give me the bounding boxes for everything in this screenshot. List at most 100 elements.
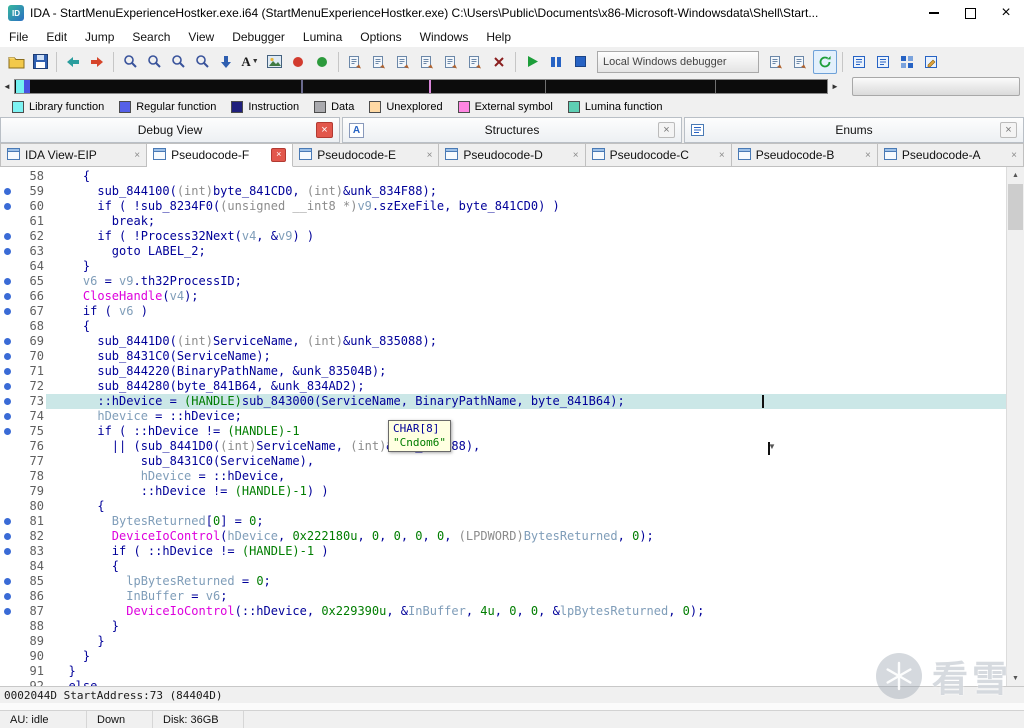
maximize-button[interactable]: [952, 1, 988, 26]
stop-process-button[interactable]: [569, 51, 591, 73]
navigate-forward-icon[interactable]: [86, 51, 108, 73]
code-line-91[interactable]: 91 }: [0, 664, 1007, 679]
menu-item-edit[interactable]: Edit: [37, 28, 76, 46]
code-line-78[interactable]: 78 hDevice = ::hDevice,: [0, 469, 1007, 484]
breakpoint-list-icon[interactable]: [872, 51, 894, 73]
debugger-options-icon[interactable]: [789, 51, 811, 73]
code-line-65[interactable]: 65 v6 = v9.th32ProcessID;: [0, 274, 1007, 289]
module-list-icon[interactable]: [896, 51, 918, 73]
code-line-67[interactable]: 67 if ( v6 ): [0, 304, 1007, 319]
code-line-61[interactable]: 61 break;: [0, 214, 1007, 229]
close-button[interactable]: ×: [988, 1, 1024, 26]
record-start-icon[interactable]: [311, 51, 333, 73]
debugger-select[interactable]: Local Windows debugger▼: [597, 51, 759, 73]
save-file-icon[interactable]: [29, 51, 51, 73]
tab-ida-view-eip[interactable]: IDA View-EIP×: [0, 143, 147, 167]
panel-tab-debug-view[interactable]: Debug View×: [0, 117, 340, 143]
code-line-75[interactable]: 75 if ( ::hDevice != (HANDLE)-1: [0, 424, 1007, 439]
code-line-70[interactable]: 70 sub_8431C0(ServiceName);: [0, 349, 1007, 364]
open-file-icon[interactable]: [5, 51, 27, 73]
tab-close-icon[interactable]: ×: [1011, 150, 1017, 161]
delete-function-icon[interactable]: [488, 51, 510, 73]
pseudocode-view[interactable]: 58 {59 sub_844100((int)byte_841CD0, (int…: [0, 167, 1007, 686]
tab-pseudocode-a[interactable]: Pseudocode-A×: [878, 143, 1024, 167]
tab-pseudocode-e[interactable]: Pseudocode-E×: [293, 143, 439, 167]
trace-window-icon[interactable]: [920, 51, 942, 73]
attach-debugger-icon[interactable]: [765, 51, 787, 73]
add-xref-icon[interactable]: [416, 51, 438, 73]
tab-close-icon[interactable]: ×: [719, 150, 725, 161]
patch-bytes-icon[interactable]: [464, 51, 486, 73]
code-line-81[interactable]: 81 BytesReturned[0] = 0;: [0, 514, 1007, 529]
code-line-64[interactable]: 64 }: [0, 259, 1007, 274]
pause-process-button[interactable]: [545, 51, 567, 73]
tab-close-icon[interactable]: ×: [865, 150, 871, 161]
tab-pseudocode-c[interactable]: Pseudocode-C×: [586, 143, 732, 167]
code-line-82[interactable]: 82 DeviceIoControl(hDevice, 0x222180u, 0…: [0, 529, 1007, 544]
code-line-58[interactable]: 58 {: [0, 169, 1007, 184]
code-line-92[interactable]: 92 else: [0, 679, 1007, 686]
menu-item-file[interactable]: File: [0, 28, 37, 46]
code-line-83[interactable]: 83 if ( ::hDevice != (HANDLE)-1 ): [0, 544, 1007, 559]
panel-close-icon[interactable]: ×: [316, 122, 333, 138]
code-line-79[interactable]: 79 ::hDevice != (HANDLE)-1) ): [0, 484, 1007, 499]
menu-item-debugger[interactable]: Debugger: [223, 28, 294, 46]
tab-close-icon[interactable]: ×: [427, 150, 433, 161]
menu-item-lumina[interactable]: Lumina: [294, 28, 351, 46]
tab-pseudocode-f[interactable]: Pseudocode-F×: [147, 143, 293, 167]
code-line-71[interactable]: 71 sub_844220(BinaryPathName, &unk_83504…: [0, 364, 1007, 379]
panel-tab-enums[interactable]: Enums×: [684, 117, 1024, 143]
panel-tab-structures[interactable]: AStructures×: [342, 117, 682, 143]
search-memory-icon[interactable]: [119, 51, 141, 73]
code-line-77[interactable]: 77 sub_8431C0(ServiceName),: [0, 454, 1007, 469]
debugger-windows-icon[interactable]: [848, 51, 870, 73]
code-line-87[interactable]: 87 DeviceIoControl(::hDevice, 0x229390u,…: [0, 604, 1007, 619]
code-line-85[interactable]: 85 lpBytesReturned = 0;: [0, 574, 1007, 589]
vertical-scrollbar[interactable]: ▲ ▼: [1006, 167, 1024, 686]
code-line-68[interactable]: 68 {: [0, 319, 1007, 334]
code-line-88[interactable]: 88 }: [0, 619, 1007, 634]
navigate-back-icon[interactable]: [62, 51, 84, 73]
code-line-90[interactable]: 90 }: [0, 649, 1007, 664]
tab-close-icon[interactable]: ×: [134, 150, 140, 161]
menu-item-help[interactable]: Help: [477, 28, 520, 46]
navband-left-arrow[interactable]: ◄: [0, 82, 14, 91]
tab-pseudocode-d[interactable]: Pseudocode-D×: [439, 143, 585, 167]
menu-item-options[interactable]: Options: [351, 28, 410, 46]
menu-item-view[interactable]: View: [179, 28, 223, 46]
edit-function-icon[interactable]: [368, 51, 390, 73]
code-line-84[interactable]: 84 {: [0, 559, 1007, 574]
search-next-text-icon[interactable]: [167, 51, 189, 73]
jump-to-address-icon[interactable]: [215, 51, 237, 73]
code-line-80[interactable]: 80 {: [0, 499, 1007, 514]
search-next-binary-icon[interactable]: [191, 51, 213, 73]
code-line-60[interactable]: 60 if ( !sub_8234F0((unsigned __int8 *)v…: [0, 199, 1007, 214]
menu-item-jump[interactable]: Jump: [76, 28, 123, 46]
panel-close-icon[interactable]: ×: [658, 122, 675, 138]
navband-right-arrow[interactable]: ►: [828, 82, 842, 91]
code-line-73[interactable]: 73 ::hDevice = (HANDLE)sub_843000(Servic…: [0, 394, 1007, 409]
font-button[interactable]: A▼: [239, 51, 261, 73]
start-process-button[interactable]: [521, 51, 543, 73]
record-stop-icon[interactable]: [287, 51, 309, 73]
panel-close-icon[interactable]: ×: [1000, 122, 1017, 138]
search-text-icon[interactable]: [143, 51, 165, 73]
menu-item-windows[interactable]: Windows: [411, 28, 478, 46]
scroll-up-icon[interactable]: ▲: [1007, 167, 1024, 183]
set-type-icon[interactable]: [392, 51, 414, 73]
code-line-74[interactable]: 74 hDevice = ::hDevice;: [0, 409, 1007, 424]
code-line-72[interactable]: 72 sub_844280(byte_841B64, &unk_834AD2);: [0, 379, 1007, 394]
code-line-66[interactable]: 66 CloseHandle(v4);: [0, 289, 1007, 304]
navigation-band[interactable]: [14, 79, 828, 94]
code-line-89[interactable]: 89 }: [0, 634, 1007, 649]
rename-icon[interactable]: [440, 51, 462, 73]
code-line-59[interactable]: 59 sub_844100((int)byte_841CD0, (int)&un…: [0, 184, 1007, 199]
tab-pseudocode-b[interactable]: Pseudocode-B×: [732, 143, 878, 167]
tab-close-icon[interactable]: ×: [271, 148, 286, 162]
minimize-button[interactable]: [916, 1, 952, 26]
code-line-63[interactable]: 63 goto LABEL_2;: [0, 244, 1007, 259]
tab-close-icon[interactable]: ×: [573, 150, 579, 161]
code-line-76[interactable]: 76 || (sub_8441D0((int)ServiceName, (int…: [0, 439, 1007, 454]
menu-item-search[interactable]: Search: [123, 28, 179, 46]
code-line-62[interactable]: 62 if ( !Process32Next(v4, &v9) ): [0, 229, 1007, 244]
